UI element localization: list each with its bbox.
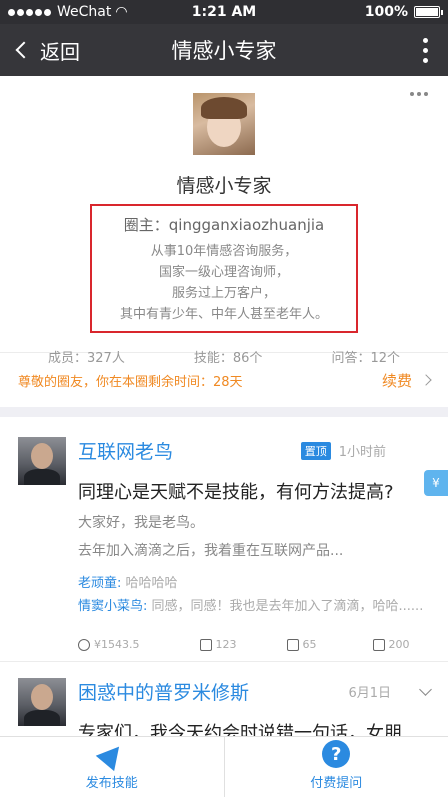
post-excerpt-line: 去年加入滴滴之后，我着重在互联网产品...: [78, 543, 344, 559]
desc-line: 从事10年情感咨询服务，: [150, 244, 298, 259]
desc-line: 其中有青少年、中年人甚至老年人。: [119, 307, 328, 322]
remaining-time-notice: 尊敬的圈友，你在本圈剩余时间：28天: [18, 374, 243, 390]
post-time: 6月1日: [348, 686, 391, 701]
comment-text: 哈哈哈哈: [125, 576, 178, 591]
more-horizontal-icon[interactable]: [410, 92, 428, 96]
avatar[interactable]: [18, 437, 66, 485]
post-time: 1小时前: [338, 445, 386, 460]
paid-question-button[interactable]: ? 付费提问: [223, 737, 448, 797]
reward-badge-icon[interactable]: ¥: [424, 470, 448, 496]
comment-text: 同感，同感！我也是去年加入了滴滴，哈哈......: [151, 599, 424, 614]
post-author[interactable]: 困惑中的普罗米修斯: [78, 678, 249, 705]
group-owner: 圈主：qingganxiaozhuanjia: [123, 216, 325, 234]
like-action[interactable]: 123: [199, 638, 237, 651]
section-separator: [0, 407, 448, 417]
chevron-left-icon: [15, 41, 33, 59]
desc-line: 服务过上万客户，: [171, 286, 276, 301]
share-icon: [372, 638, 385, 651]
renew-button[interactable]: 续费: [381, 370, 432, 391]
share-action[interactable]: 200: [372, 638, 410, 651]
chevron-right-icon: [420, 374, 432, 386]
post-excerpt-line: 大家好，我是老鸟。: [78, 515, 204, 531]
publish-skill-label: 发布技能: [85, 776, 138, 791]
group-name: 情感小专家: [176, 175, 272, 197]
post-author[interactable]: 互联网老鸟: [78, 437, 173, 464]
comment-action[interactable]: 65: [286, 638, 317, 651]
post-item[interactable]: 互联网老鸟 置顶 1小时前 同理心是天赋不是技能，有何方法提高? 大家好，我是老…: [0, 417, 448, 661]
avatar[interactable]: [18, 678, 66, 726]
group-info-box: 圈主：qingganxiaozhuanjia 从事10年情感咨询服务， 国家一级…: [90, 204, 358, 333]
publish-skill-button[interactable]: 发布技能: [0, 737, 224, 797]
chevron-down-icon[interactable]: [419, 683, 432, 696]
clock: 1:21 AM: [191, 4, 257, 20]
like-count: 123: [215, 638, 237, 651]
group-avatar: [193, 93, 255, 155]
pinned-badge: 置顶: [300, 441, 331, 460]
status-bar: WeChat ◠ 1:21 AM 100%: [0, 0, 448, 24]
comment-author[interactable]: 老顽童:: [78, 576, 121, 591]
bottom-tab-bar: 发布技能 ? 付费提问: [0, 736, 448, 797]
thumbs-up-icon: [199, 638, 212, 651]
share-count: 200: [388, 638, 410, 651]
comment: 情窦小菜鸟: 同感，同感！我也是去年加入了滴滴，哈哈......: [78, 597, 430, 616]
desc-line: 国家一级心理咨询师，: [158, 265, 289, 280]
post-item[interactable]: 困惑中的普罗米修斯 6月1日 专家们，我今天约会时说错一句话，女朋: [0, 661, 448, 745]
paid-question-label: 付费提问: [310, 776, 363, 791]
comment-count: 65: [302, 638, 317, 651]
comment-author[interactable]: 情窦小菜鸟:: [78, 599, 147, 614]
renew-row: 尊敬的圈友，你在本圈剩余时间：28天 续费: [0, 353, 448, 407]
post-title[interactable]: 同理心是天赋不是技能，有何方法提高?: [78, 478, 430, 504]
post-actions: ¥1543.5 123 65 200: [18, 638, 430, 661]
comment: 老顽童: 哈哈哈哈: [78, 574, 430, 593]
back-button[interactable]: 返回: [0, 36, 80, 65]
group-profile: 情感小专家 圈主：qingganxiaozhuanjia 从事10年情感咨询服务…: [0, 76, 448, 366]
nav-bar: 返回 情感小专家: [0, 24, 448, 76]
question-icon: ?: [322, 740, 351, 768]
more-vertical-icon[interactable]: [410, 37, 440, 63]
battery-icon: [414, 6, 443, 18]
reward-amount: ¥1543.5: [94, 638, 140, 651]
group-description: 从事10年情感咨询服务， 国家一级心理咨询师， 服务过上万客户， 其中有青少年、…: [98, 241, 350, 325]
paper-plane-icon: [95, 738, 129, 772]
coin-icon: [78, 638, 90, 651]
back-label: 返回: [40, 39, 80, 64]
edit-icon: [286, 638, 299, 651]
renew-label: 续费: [381, 371, 412, 390]
reward-action[interactable]: ¥1543.5: [78, 638, 140, 651]
